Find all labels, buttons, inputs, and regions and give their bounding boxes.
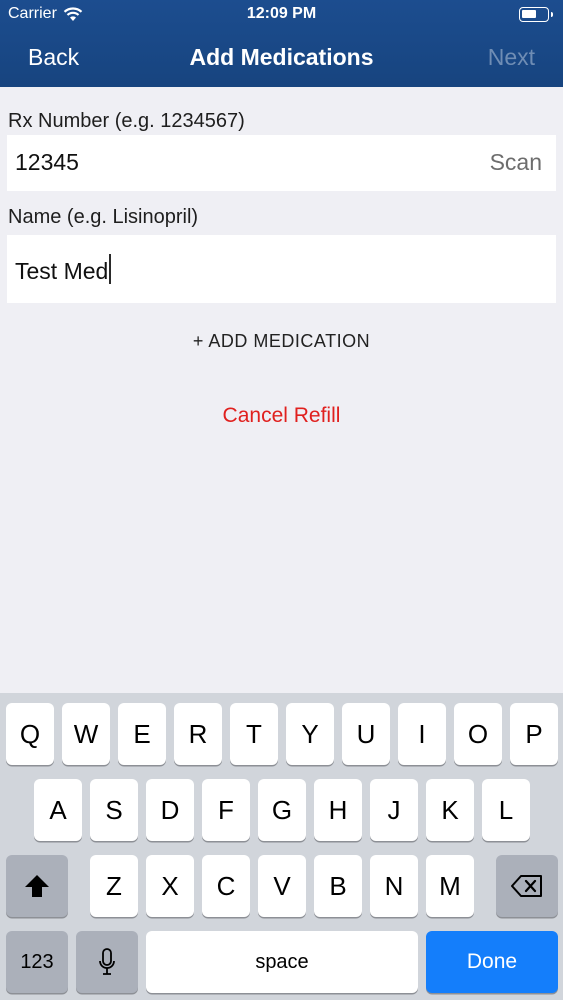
key-o[interactable]: O [454,703,502,765]
battery-level [522,10,536,18]
key-a[interactable]: A [34,779,82,841]
battery-icon [519,7,553,22]
key-d[interactable]: D [146,779,194,841]
key-r[interactable]: R [174,703,222,765]
dictation-key[interactable] [76,931,138,993]
key-i[interactable]: I [398,703,446,765]
rx-number-field[interactable]: 12345 Scan [7,135,556,191]
key-c[interactable]: C [202,855,250,917]
key-j[interactable]: J [370,779,418,841]
name-value: Test Med [15,258,109,284]
rx-number-value[interactable]: 12345 [15,149,79,176]
key-q[interactable]: Q [6,703,54,765]
status-time: 12:09 PM [246,5,317,22]
space-key[interactable]: space [146,931,418,993]
key-p[interactable]: P [510,703,558,765]
key-s[interactable]: S [90,779,138,841]
key-u[interactable]: U [342,703,390,765]
key-b[interactable]: B [314,855,362,917]
status-bar: Carrier 12:09 PM [0,0,563,30]
nav-bar: Back Add Medications Next [0,36,563,80]
key-f[interactable]: F [202,779,250,841]
done-key[interactable]: Done [426,931,558,993]
text-cursor [109,254,112,284]
numbers-key[interactable]: 123 [6,931,68,993]
key-y[interactable]: Y [286,703,334,765]
shift-key[interactable] [6,855,68,917]
add-medication-button[interactable]: + ADD MEDICATION [0,331,563,352]
key-x[interactable]: X [146,855,194,917]
key-z[interactable]: Z [90,855,138,917]
key-w[interactable]: W [62,703,110,765]
scan-button[interactable]: Scan [490,149,542,176]
cancel-refill-button[interactable]: Cancel Refill [0,404,563,428]
page-title: Add Medications [189,44,374,70]
key-g[interactable]: G [258,779,306,841]
screen: Carrier 12:09 PM Back Add Medications Ne… [0,0,563,1000]
name-label: Name (e.g. Lisinopril) [8,206,199,228]
next-button[interactable]: Next [488,44,535,71]
backspace-icon [511,875,542,897]
backspace-key[interactable] [496,855,558,917]
key-t[interactable]: T [230,703,278,765]
key-h[interactable]: H [314,779,362,841]
rx-number-label: Rx Number (e.g. 1234567) [8,110,245,132]
key-n[interactable]: N [370,855,418,917]
key-m[interactable]: M [426,855,474,917]
key-k[interactable]: K [426,779,474,841]
navigation-header: Carrier 12:09 PM Back Add Medications Ne… [0,0,563,87]
key-e[interactable]: E [118,703,166,765]
key-l[interactable]: L [482,779,530,841]
microphone-icon [99,948,115,975]
shift-icon [25,875,49,897]
keyboard: Q W E R T Y U I O P A S D F G H J K L Z … [0,693,563,1000]
key-v[interactable]: V [258,855,306,917]
name-field[interactable]: Test Med [7,235,556,303]
name-value-wrap[interactable]: Test Med [15,254,112,285]
